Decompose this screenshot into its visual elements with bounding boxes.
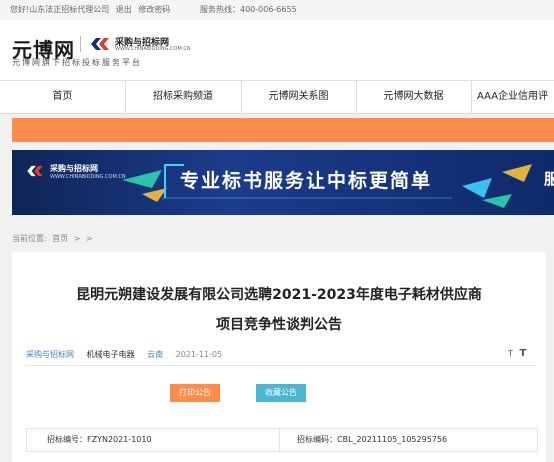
breadcrumb-separator: > (86, 234, 93, 243)
nav-item-credit[interactable]: AAA企业信用评 (471, 81, 554, 113)
font-large-button[interactable]: T (519, 348, 526, 359)
orange-ad-bar[interactable] (12, 118, 554, 142)
banner-cut-text: 服 (544, 170, 554, 188)
favorite-button[interactable]: 收藏公告 (256, 384, 306, 402)
breadcrumb-home[interactable]: 首页 (52, 234, 68, 243)
banner-logo-icon (27, 165, 43, 177)
article-card: 昆明元朔建设发展有限公司选聘2021-2023年度电子耗材供应商 项目竞争性谈判… (12, 252, 546, 462)
meta-divider (26, 365, 536, 366)
chinabidding-logo-icon (91, 38, 109, 50)
logo-divider (80, 36, 81, 52)
top-bar: 您好!山东法正招标代理公司 退出 修改密码 服务热线：400-006-6655 (0, 0, 554, 20)
article-category: 机械电子电器 (86, 350, 135, 359)
article-date: 2021-11-05 (175, 350, 223, 359)
banner-slogan: 专业标书服务让中标更简单 (180, 170, 433, 192)
article-title-line2: 项目竞争性谈判公告 (216, 317, 342, 333)
nav-item-home[interactable]: 首页 (0, 81, 126, 113)
font-size-switch: T T (508, 348, 526, 359)
banner-logo-cn: 采购与招标网 (50, 164, 98, 173)
greeting-area: 您好!山东法正招标代理公司 退出 修改密码 (10, 0, 170, 20)
article-title-line1: 昆明元朔建设发展有限公司选聘2021-2023年度电子耗材供应商 (76, 287, 482, 303)
nav-item-bidding-channel[interactable]: 招标采购频道 (125, 81, 242, 113)
article-meta: 采购与招标网 机械电子电器 云南 2021-11-05 (26, 349, 232, 360)
nav-item-relation-map[interactable]: 元博网关系图 (241, 81, 357, 113)
article-region[interactable]: 云南 (147, 350, 163, 359)
print-button[interactable]: 打印公告 (170, 384, 220, 402)
tender-code: 招标编码：CBL_20211105_105295756 (297, 435, 448, 444)
greeting-text: 您好!山东法正招标代理公司 (10, 5, 110, 14)
tender-info-table: 招标编号：FZYN2021-1010 招标编码：CBL_20211105_105… (26, 428, 538, 452)
breadcrumb-prefix: 当前位置: (12, 234, 47, 243)
article-source[interactable]: 采购与招标网 (26, 350, 74, 359)
breadcrumb-separator: > (73, 234, 81, 243)
logout-link[interactable]: 退出 (116, 5, 132, 14)
breadcrumb: 当前位置: 首页 > > (12, 233, 96, 244)
nav-item-big-data[interactable]: 元博网大数据 (356, 81, 472, 113)
header-slogan: 元博网旗下招标投标服务平台 (12, 58, 142, 67)
site-header: 元博网 采购与招标网 WWW.CHINABIDDING.COM.CN 元博网旗下… (0, 20, 554, 80)
main-nav: 首页 招标采购频道 元博网关系图 元博网大数据 AAA企业信用评 (0, 80, 554, 114)
sub-logo-en: WWW.CHINABIDDING.COM.CN (115, 46, 191, 52)
info-divider (279, 429, 280, 451)
ad-banner[interactable]: 采购与招标网 WWW.CHINABIDDING.COM.CN 专业标书服务让中标… (12, 150, 554, 215)
font-small-button[interactable]: T (508, 349, 513, 358)
tender-number: 招标编号：FZYN2021-1010 (47, 435, 152, 444)
banner-logo-en: WWW.CHINABIDDING.COM.CN (50, 174, 126, 180)
hotline-text: 服务热线：400-006-6655 (200, 5, 297, 14)
change-password-link[interactable]: 修改密码 (138, 5, 170, 14)
